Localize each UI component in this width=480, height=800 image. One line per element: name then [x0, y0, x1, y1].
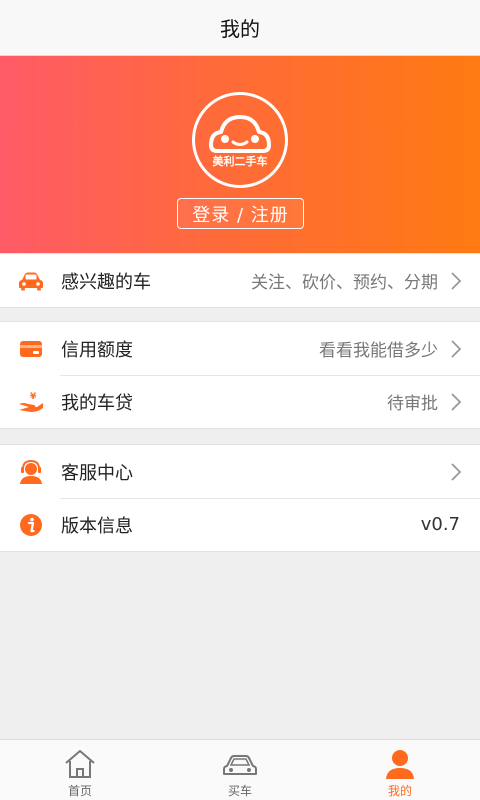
row-label: 客服中心: [61, 462, 133, 484]
chevron-right-icon: [451, 392, 462, 411]
row-version-info[interactable]: 版本信息 v0.7: [0, 498, 480, 551]
info-icon: [18, 512, 44, 538]
row-value: 待审批: [387, 394, 438, 414]
tab-buy-car[interactable]: 买车: [160, 740, 320, 800]
logo-car-icon: [209, 115, 271, 153]
home-icon: [65, 750, 95, 778]
row-label: 信用额度: [61, 339, 133, 361]
profile-header: 美利二手车 登录 / 注册: [0, 56, 480, 253]
person-icon: [386, 750, 414, 779]
bottom-tab-bar: 首页 买车 我的: [0, 739, 480, 800]
row-label: 版本信息: [61, 515, 133, 537]
chevron-right-icon: [451, 339, 462, 358]
row-label: 感兴趣的车: [61, 271, 151, 293]
row-credit-limit[interactable]: 信用额度 看看我能借多少: [0, 322, 480, 375]
car-outline-icon: [223, 755, 257, 775]
section-interested: 感兴趣的车 关注、砍价、预约、分期: [0, 253, 480, 308]
row-value: 看看我能借多少: [319, 341, 438, 361]
hand-coin-icon: ¥: [18, 389, 44, 415]
top-bar: 我的: [0, 0, 480, 56]
headset-agent-icon: [18, 459, 44, 485]
tab-label: 买车: [227, 784, 252, 798]
car-icon: [18, 268, 44, 294]
chevron-right-icon: [451, 271, 462, 290]
row-interested-cars[interactable]: 感兴趣的车 关注、砍价、预约、分期: [0, 254, 480, 307]
svg-text:¥: ¥: [30, 392, 37, 402]
tab-home[interactable]: 首页: [0, 740, 160, 800]
row-label: 我的车贷: [61, 392, 133, 414]
credit-card-icon: [18, 336, 44, 362]
tab-label: 我的: [387, 784, 412, 798]
tab-mine[interactable]: 我的: [320, 740, 480, 800]
page-title: 我的: [220, 17, 260, 41]
section-credit: 信用额度 看看我能借多少 ¥ 我的车贷 待审批: [0, 321, 480, 429]
row-customer-service[interactable]: 客服中心: [0, 445, 480, 498]
chevron-right-icon: [451, 462, 462, 481]
login-register-button[interactable]: 登录 / 注册: [177, 198, 304, 229]
logo-text: 美利二手车: [212, 155, 268, 168]
app-logo: 美利二手车: [192, 92, 288, 188]
section-support: 客服中心 版本信息 v0.7: [0, 444, 480, 552]
row-value: 关注、砍价、预约、分期: [251, 273, 438, 293]
tab-label: 首页: [67, 784, 92, 798]
version-value: v0.7: [420, 514, 460, 535]
row-my-car-loan[interactable]: ¥ 我的车贷 待审批: [0, 375, 480, 428]
